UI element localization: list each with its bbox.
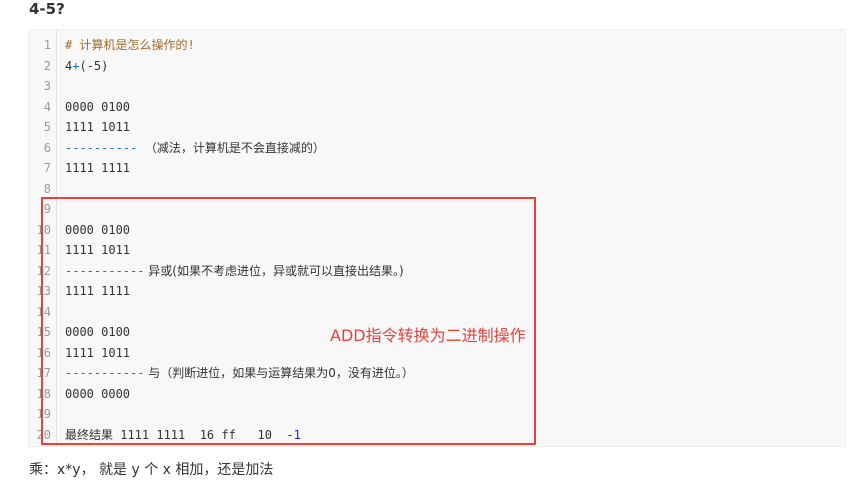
code-line: 3: [29, 76, 845, 96]
code-text: # 计算机是怎么操作的!: [65, 38, 195, 52]
line-number: 6: [43, 140, 51, 155]
code-line: 5 1111 1011: [29, 117, 845, 137]
code-line: 2 4+(-5): [29, 56, 845, 76]
annotation-highlight-box: [41, 197, 536, 445]
line-number: 1: [43, 38, 51, 52]
code-text: 0000 0100: [65, 99, 131, 114]
line-number: 5: [43, 120, 51, 134]
code-line: 8: [29, 179, 845, 199]
line-number: 2: [43, 58, 51, 73]
line-number: 8: [43, 181, 51, 196]
code-line: 7 1111 1111: [29, 158, 845, 178]
footer-note: 乘：x*y， 就是 y 个 x 相加，还是加法: [29, 462, 274, 478]
line-number: 7: [43, 161, 51, 175]
code-line: 6 ---------- （减法，计算机是不会直接减的）: [29, 138, 845, 158]
line-number: 4: [43, 99, 51, 114]
line-number: 3: [43, 79, 51, 93]
code-text: 4+(-5): [65, 58, 109, 73]
code-text: 1111 1011: [65, 120, 131, 134]
code-text: 1111 1111: [65, 161, 131, 175]
code-text: ---------- （减法，计算机是不会直接减的）: [65, 140, 325, 155]
section-heading: 4-5?: [29, 0, 65, 18]
code-line: 1 # 计算机是怎么操作的!: [29, 35, 845, 55]
code-line: 4 0000 0100: [29, 97, 845, 117]
annotation-label: ADD指令转换为二进制操作: [330, 326, 526, 345]
